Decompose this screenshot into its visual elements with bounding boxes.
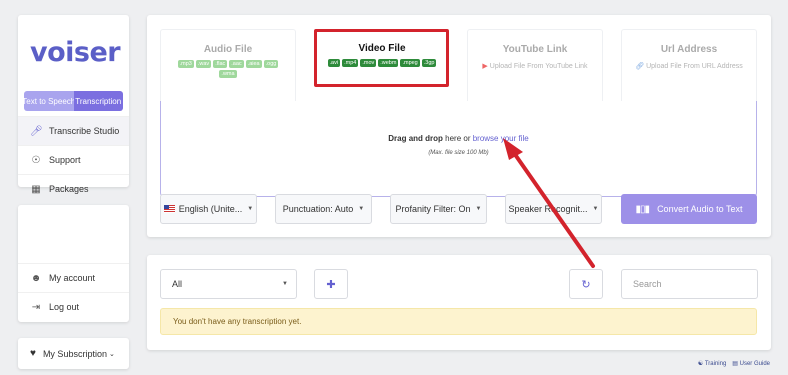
format-badge: .webm — [378, 59, 399, 67]
dropzone-bold: Drag and drop — [388, 134, 443, 143]
tab-video-file[interactable]: Video File .avi .mp4 .mov .webm .mpeg .3… — [314, 29, 450, 101]
video-formats: .avi .mp4 .mov .webm .mpeg .3gp — [314, 59, 450, 67]
file-dropzone[interactable]: Drag and drop here or browse your file (… — [160, 101, 757, 197]
sidebar-nav: 🎤︎ Transcribe Studio ☉ Support ▦ Package… — [18, 116, 129, 203]
sidebar-item-label: My Subscription — [42, 348, 107, 359]
browse-file-link[interactable]: browse your file — [473, 134, 529, 143]
lifebuoy-icon: ☉ — [31, 154, 41, 166]
format-badge: .mp3 — [177, 60, 194, 68]
tab-title: Audio File — [203, 44, 253, 55]
profanity-select[interactable]: Profanity Filter: On ▼ — [390, 194, 487, 224]
link-icon: 🔗︎ — [635, 63, 645, 70]
format-badge: .ogg — [263, 60, 279, 68]
tab-subtitle-text: Upload File From YouTube Link — [489, 63, 588, 70]
tab-title: Video File — [358, 43, 406, 54]
format-badge: .aac — [229, 60, 244, 68]
sidebar-item-transcribe-studio[interactable]: 🎤︎ Transcribe Studio — [18, 116, 129, 145]
speaker-value: Speaker Recognit... — [508, 204, 588, 214]
book-icon: ▤ — [732, 361, 738, 367]
upload-panel: Audio File .mp3 .wav .flac .aac .aiea .o… — [147, 15, 771, 237]
waveform-icon: ▮▯▮ — [635, 203, 650, 215]
package-icon: ▦ — [31, 183, 41, 195]
search-input[interactable] — [621, 269, 758, 299]
language-select[interactable]: English (Unite... ▼ — [160, 194, 257, 224]
microphone-icon: 🎤︎ — [30, 125, 43, 137]
filter-value: All — [172, 279, 183, 289]
caret-down-icon: ▼ — [358, 206, 365, 212]
refresh-icon: ↻ — [581, 278, 591, 291]
caret-down-icon: ▼ — [247, 206, 254, 212]
dropzone-mid: here or — [442, 134, 473, 143]
sidebar-account: ☻ My account ⇥ Log out — [18, 205, 129, 322]
heart-icon: ♥ — [30, 348, 36, 359]
logout-icon: ⇥ — [31, 301, 41, 313]
punctuation-value: Punctuation: Auto — [282, 204, 354, 214]
toggle-transcription[interactable]: Transcription — [73, 91, 123, 111]
tab-title: Url Address — [660, 44, 718, 55]
user-guide-link[interactable]: ▤ User Guide — [732, 360, 770, 367]
tab-audio-file[interactable]: Audio File .mp3 .wav .flac .aac .aiea .o… — [160, 29, 296, 101]
sidebar-item-label: My account — [49, 273, 96, 283]
sidebar-item-subscription[interactable]: ♥ My Subscription ⌄ — [18, 338, 129, 369]
format-badge: .mp4 — [342, 59, 359, 67]
tab-youtube-link[interactable]: YouTube Link ▶ Upload File From YouTube … — [467, 29, 603, 101]
user-guide-label: User Guide — [739, 361, 770, 367]
mode-toggle: Text to Speech Transcription — [24, 91, 123, 111]
sidebar-item-label: Packages — [49, 184, 89, 194]
dropzone-text: Drag and drop here or browse your file — [161, 134, 756, 143]
tab-url-address[interactable]: Url Address 🔗︎ Upload File From URL Addr… — [621, 29, 757, 101]
tab-subtitle: ▶ Upload File From YouTube Link — [468, 62, 602, 70]
options-bar: English (Unite... ▼ Punctuation: Auto ▼ … — [160, 194, 758, 224]
format-badge: .wma — [219, 70, 237, 78]
empty-notice: You don't have any transcription yet. — [160, 308, 757, 335]
transcription-list: All ▼ ✚ ↻ You don't have any transcripti… — [147, 255, 771, 350]
sidebar-item-label: Log out — [49, 302, 80, 312]
logo[interactable]: voiser — [30, 37, 121, 68]
youtube-icon: ▶ — [482, 63, 488, 70]
convert-button[interactable]: ▮▯▮ Convert Audio to Text — [621, 194, 757, 224]
training-icon: ☯ — [697, 361, 704, 367]
convert-label: Convert Audio to Text — [657, 204, 743, 214]
user-icon: ☻ — [30, 272, 42, 284]
tab-subtitle-text: Upload File From URL Address — [646, 63, 743, 70]
format-badge: .mpeg — [400, 59, 420, 67]
caret-down-icon: ▼ — [282, 281, 288, 287]
format-badge: .mov — [360, 59, 377, 67]
format-badge: .aiea — [245, 60, 262, 68]
us-flag-icon — [163, 205, 175, 213]
sidebar-item-support[interactable]: ☉ Support — [18, 145, 129, 174]
training-link[interactable]: ☯ Training — [698, 360, 726, 367]
sidebar-item-packages[interactable]: ▦ Packages — [18, 174, 129, 203]
sidebar-item-label: Transcribe Studio — [49, 126, 120, 136]
format-badge: .flac — [213, 60, 228, 68]
speaker-select[interactable]: Speaker Recognit... ▼ — [505, 194, 602, 224]
language-value: English (Unite... — [178, 204, 243, 214]
sidebar-item-log-out[interactable]: ⇥ Log out — [18, 292, 129, 321]
sidebar-main: voiser Text to Speech Transcription 🎤︎ T… — [18, 15, 129, 195]
sidebar-item-my-account[interactable]: ☻ My account — [18, 263, 129, 292]
toggle-text-to-speech[interactable]: Text to Speech — [24, 91, 74, 111]
filter-select[interactable]: All ▼ — [160, 269, 297, 299]
format-badge: .avi — [327, 59, 341, 67]
profanity-value: Profanity Filter: On — [395, 204, 471, 214]
upload-tabs: Audio File .mp3 .wav .flac .aac .aiea .o… — [160, 29, 758, 101]
tab-subtitle: 🔗︎ Upload File From URL Address — [622, 62, 756, 70]
chevron-down-icon: ⌄ — [108, 350, 115, 358]
caret-down-icon: ▼ — [475, 206, 482, 212]
refresh-button[interactable]: ↻ — [569, 269, 603, 299]
file-size-note: (Max. file size 100 Mb) — [428, 150, 489, 156]
training-label: Training — [704, 361, 727, 367]
tab-title: YouTube Link — [502, 44, 568, 55]
footer-links: ☯ Training ▤ User Guide — [698, 360, 770, 367]
caret-down-icon: ▼ — [592, 206, 599, 212]
add-layers-icon: ✚ — [326, 278, 336, 291]
audio-formats: .mp3 .wav .flac .aac .aiea .ogg .wma — [161, 60, 295, 78]
punctuation-select[interactable]: Punctuation: Auto ▼ — [275, 194, 372, 224]
sidebar-item-label: Support — [49, 155, 81, 165]
new-folder-button[interactable]: ✚ — [314, 269, 348, 299]
format-badge: .3gp — [421, 59, 437, 67]
format-badge: .wav — [195, 60, 212, 68]
